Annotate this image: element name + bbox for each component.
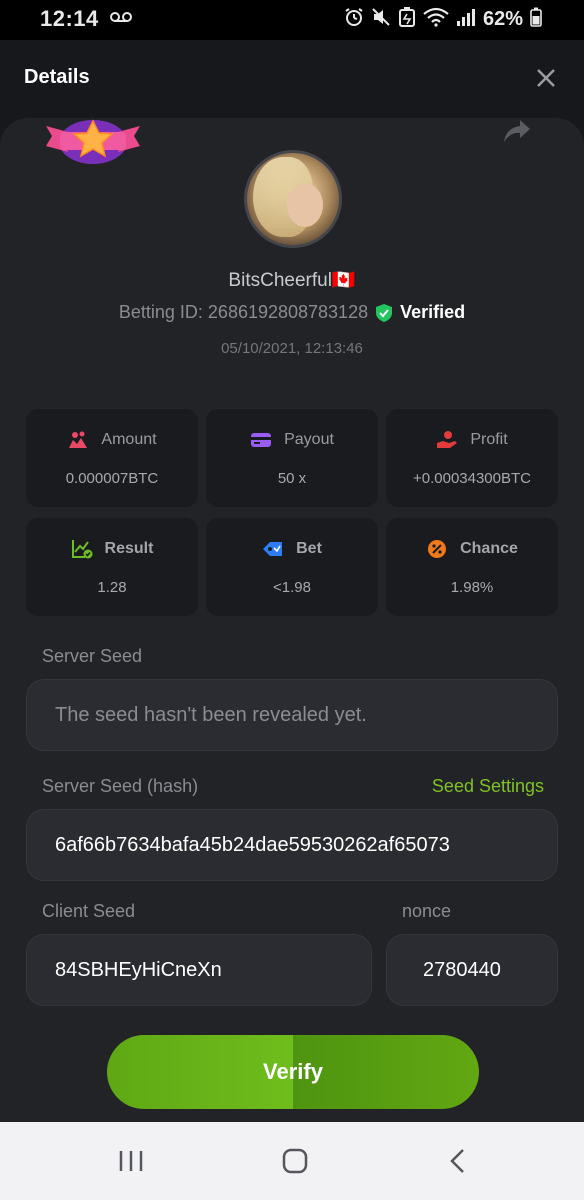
system-nav-bar	[0, 1122, 584, 1200]
stat-label: Profit	[470, 431, 508, 448]
share-button[interactable]	[502, 118, 532, 144]
wifi-icon	[423, 7, 449, 32]
stat-value: 1.28	[97, 579, 127, 596]
stat-chance: Chance 1.98%	[386, 518, 558, 616]
recent-apps-icon	[119, 1151, 143, 1171]
stat-amount: Amount 0.000007BTC	[26, 409, 198, 507]
server-seed-hash-field[interactable]: 6af66b7634bafa45b24dae59530262af65073	[26, 809, 558, 881]
battery-percent: 62%	[482, 8, 523, 30]
back-icon	[450, 1149, 464, 1173]
stat-value: 1.98%	[450, 579, 494, 596]
server-seed-label: Server Seed	[42, 646, 143, 666]
medal-icon	[46, 118, 140, 168]
stat-label: Amount	[101, 431, 157, 448]
server-seed-hash-label: Server Seed (hash)	[42, 776, 199, 796]
stat-value: <1.98	[273, 579, 311, 596]
stat-profit: Profit +0.00034300BTC	[386, 409, 558, 507]
avatar	[244, 150, 342, 248]
voicemail-icon	[110, 8, 132, 29]
shield-check-icon	[376, 303, 393, 322]
nonce-label: nonce	[402, 901, 452, 921]
stat-label: Bet	[296, 540, 322, 557]
betting-id-row: Betting ID: 2686192808783128 Verified	[0, 302, 584, 323]
stat-payout: Payout 50 x	[206, 409, 378, 507]
close-icon	[537, 69, 555, 87]
verified-badge: Verified	[400, 302, 466, 322]
mute-icon	[371, 7, 391, 32]
hand-coin-icon	[437, 431, 458, 448]
home-button[interactable]	[282, 1148, 308, 1174]
tag-icon	[263, 542, 283, 556]
alarm-icon	[344, 7, 364, 32]
coins-icon	[69, 431, 88, 448]
betting-id: Betting ID: 2686192808783128	[118, 302, 369, 322]
client-seed-label: Client Seed	[42, 901, 136, 921]
client-seed-field[interactable]: 84SBHEyHiCneXn	[26, 934, 372, 1006]
stat-value: 50 x	[277, 470, 307, 487]
card-icon	[251, 433, 272, 447]
percent-icon	[428, 540, 447, 558]
bet-datetime: 05/10/2021, 12:13:46	[221, 340, 363, 357]
stat-bet: Bet <1.98	[206, 518, 378, 616]
recent-apps-button[interactable]	[118, 1150, 144, 1172]
stat-value: +0.00034300BTC	[412, 470, 531, 487]
back-button[interactable]	[448, 1148, 468, 1174]
battery-icon	[530, 7, 542, 32]
seed-settings-link[interactable]: Seed Settings	[432, 776, 544, 797]
stat-result: Result 1.28	[26, 518, 198, 616]
status-bar: 12:14 62%	[0, 0, 584, 40]
page-title: Details	[24, 66, 90, 88]
home-icon	[282, 1148, 308, 1174]
chart-check-icon	[71, 540, 93, 559]
stat-label: Chance	[460, 540, 518, 557]
close-button[interactable]	[534, 66, 558, 90]
username: BitsCheerful🇨🇦	[228, 270, 356, 291]
stat-value: 0.000007BTC	[65, 470, 159, 487]
stat-label: Payout	[284, 431, 334, 448]
saver-icon	[398, 7, 416, 32]
share-icon	[504, 120, 530, 142]
details-header: Details	[0, 40, 584, 120]
status-time: 12:14	[40, 6, 99, 31]
nonce-field[interactable]: 2780440	[386, 934, 558, 1006]
stat-label: Result	[104, 540, 154, 557]
verify-button[interactable]: Verify	[107, 1035, 479, 1109]
signal-icon	[456, 7, 476, 32]
server-seed-field: The seed hasn't been revealed yet.	[26, 679, 558, 751]
